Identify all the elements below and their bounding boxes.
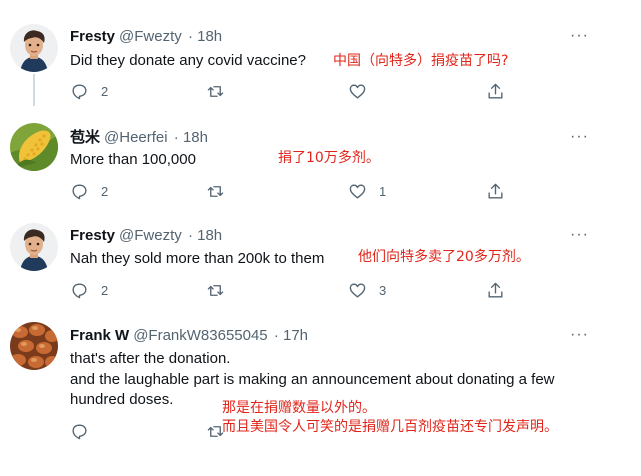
like-icon bbox=[349, 84, 366, 99]
retweet-icon bbox=[207, 186, 224, 197]
timestamp[interactable]: · 18h bbox=[188, 227, 222, 244]
reply-button[interactable]: 2 bbox=[70, 82, 108, 101]
retweet-icon bbox=[207, 285, 224, 296]
like-count: 1 bbox=[379, 184, 387, 199]
share-icon bbox=[488, 183, 503, 199]
retweet-button[interactable] bbox=[206, 82, 237, 101]
author-name[interactable]: Fresty bbox=[70, 227, 115, 244]
tweet-header: Frank W @FrankW83655045 · 17h bbox=[70, 326, 308, 346]
author-handle[interactable]: @Fwezty bbox=[119, 227, 182, 244]
timestamp[interactable]: · 17h bbox=[274, 327, 308, 344]
author-name[interactable]: 苞米 bbox=[70, 129, 100, 146]
tweet-text: More than 100,000 bbox=[70, 151, 196, 168]
tweet-text-line: and the laughable part is making an anno… bbox=[70, 371, 555, 388]
tweet-text-line: hundred doses. bbox=[70, 391, 174, 408]
more-options-icon[interactable]: ··· bbox=[570, 326, 589, 344]
tweet-3[interactable]: Fresty @Fwezty · 18h ··· Nah they sold mo… bbox=[0, 212, 641, 308]
avatar-corn[interactable] bbox=[10, 123, 58, 171]
like-icon bbox=[349, 184, 366, 199]
annotation-text: 中国（向特多）捐疫苗了吗? bbox=[333, 53, 509, 69]
reply-button[interactable] bbox=[70, 422, 101, 441]
avatar-frankw[interactable] bbox=[10, 322, 58, 370]
reply-button[interactable]: 2 bbox=[70, 182, 108, 201]
annotation-text: 那是在捐赠数量以外的。 bbox=[222, 400, 376, 416]
reply-button[interactable]: 2 bbox=[70, 281, 108, 300]
reply-icon bbox=[72, 283, 87, 299]
author-handle[interactable]: @Heerfei bbox=[104, 129, 168, 146]
like-icon bbox=[349, 283, 366, 298]
like-button[interactable]: 3 bbox=[348, 281, 386, 300]
author-handle[interactable]: @Fwezty bbox=[119, 28, 182, 45]
author-name[interactable]: Frank W bbox=[70, 327, 129, 344]
timestamp[interactable]: · 18h bbox=[188, 28, 222, 45]
more-options-icon[interactable]: ··· bbox=[570, 226, 589, 244]
action-bar: 2 3 bbox=[70, 281, 510, 301]
avatar-fresty[interactable] bbox=[10, 24, 58, 72]
more-options-icon[interactable]: ··· bbox=[570, 128, 589, 146]
tweet-text: Nah they sold more than 200k to them bbox=[70, 250, 325, 267]
tweet-header: Fresty @Fwezty · 18h bbox=[70, 27, 222, 47]
tweet-2[interactable]: 苞米 @Heerfei · 18h ··· More than 100,000 捐… bbox=[0, 112, 641, 212]
share-icon bbox=[488, 282, 503, 298]
like-button[interactable]: 1 bbox=[348, 182, 386, 201]
more-options-icon[interactable]: ··· bbox=[570, 27, 589, 45]
author-name[interactable]: Fresty bbox=[70, 28, 115, 45]
tweet-header: 苞米 @Heerfei · 18h bbox=[70, 128, 208, 148]
action-bar: 2 1 bbox=[70, 182, 510, 202]
share-button[interactable] bbox=[486, 82, 505, 101]
tweet-text: Did they donate any covid vaccine? bbox=[70, 52, 306, 69]
timestamp[interactable]: · 18h bbox=[174, 129, 208, 146]
tweet-header: Fresty @Fwezty · 18h bbox=[70, 226, 222, 246]
reply-count: 2 bbox=[101, 184, 109, 199]
avatar-fresty[interactable] bbox=[10, 223, 58, 271]
share-icon bbox=[488, 83, 503, 99]
author-handle[interactable]: @FrankW83655045 bbox=[133, 327, 267, 344]
like-button[interactable] bbox=[348, 82, 379, 101]
reply-icon bbox=[72, 184, 87, 200]
retweet-icon bbox=[207, 86, 224, 97]
like-count: 3 bbox=[379, 283, 387, 298]
retweet-button[interactable] bbox=[206, 182, 237, 201]
annotation-text: 而且美国令人可笑的是捐赠几百剂疫苗还专门发声明。 bbox=[222, 419, 558, 435]
action-bar: 2 bbox=[70, 82, 510, 102]
annotation-text: 他们向特多卖了20多万剂。 bbox=[358, 249, 530, 265]
reply-icon bbox=[72, 84, 87, 100]
thread-line bbox=[33, 74, 35, 106]
tweet-text-line: that's after the donation. bbox=[70, 350, 231, 367]
tweet-4[interactable]: Frank W @FrankW83655045 · 17h ··· that's … bbox=[0, 308, 641, 476]
retweet-button[interactable] bbox=[206, 281, 237, 300]
reply-count: 2 bbox=[101, 84, 109, 99]
share-button[interactable] bbox=[486, 281, 505, 300]
share-button[interactable] bbox=[486, 182, 505, 201]
annotation-text: 捐了10万多剂。 bbox=[278, 150, 380, 166]
reply-count: 2 bbox=[101, 283, 109, 298]
reply-icon bbox=[72, 424, 87, 440]
tweet-1[interactable]: Fresty @Fwezty · 18h ··· Did they donate … bbox=[0, 0, 641, 112]
